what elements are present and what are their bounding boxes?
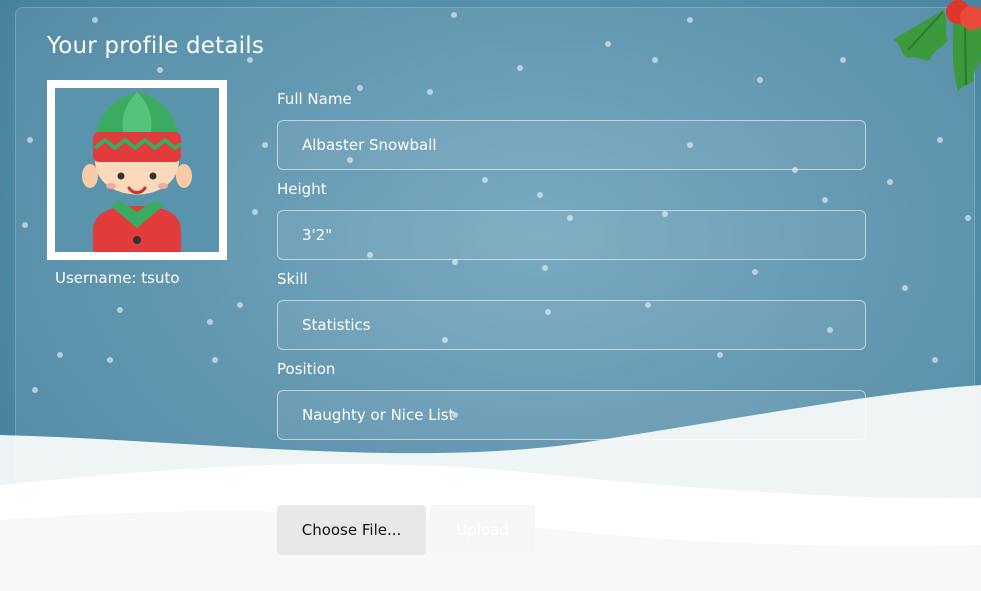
skill-field[interactable]: Statistics: [277, 300, 866, 350]
position-value: Naughty or Nice List: [302, 406, 455, 424]
elf-icon: [82, 92, 192, 252]
avatar: [55, 88, 219, 252]
position-label: Position: [277, 360, 336, 378]
choose-file-button[interactable]: Choose File...: [277, 505, 426, 555]
skill-value: Statistics: [302, 316, 371, 334]
page-title: Your profile details: [47, 33, 264, 59]
height-field[interactable]: 3'2": [277, 210, 866, 260]
upload-button[interactable]: Upload: [430, 505, 535, 555]
full-name-label: Full Name: [277, 90, 352, 108]
holly-icon: [893, 0, 981, 92]
full-name-field[interactable]: Albaster Snowball: [277, 120, 866, 170]
username-label: Username: tsuto: [55, 269, 180, 287]
position-field[interactable]: Naughty or Nice List: [277, 390, 866, 440]
skill-label: Skill: [277, 270, 308, 288]
avatar-frame: [47, 80, 227, 260]
full-name-value: Albaster Snowball: [302, 136, 437, 154]
height-value: 3'2": [302, 226, 333, 244]
height-label: Height: [277, 180, 327, 198]
